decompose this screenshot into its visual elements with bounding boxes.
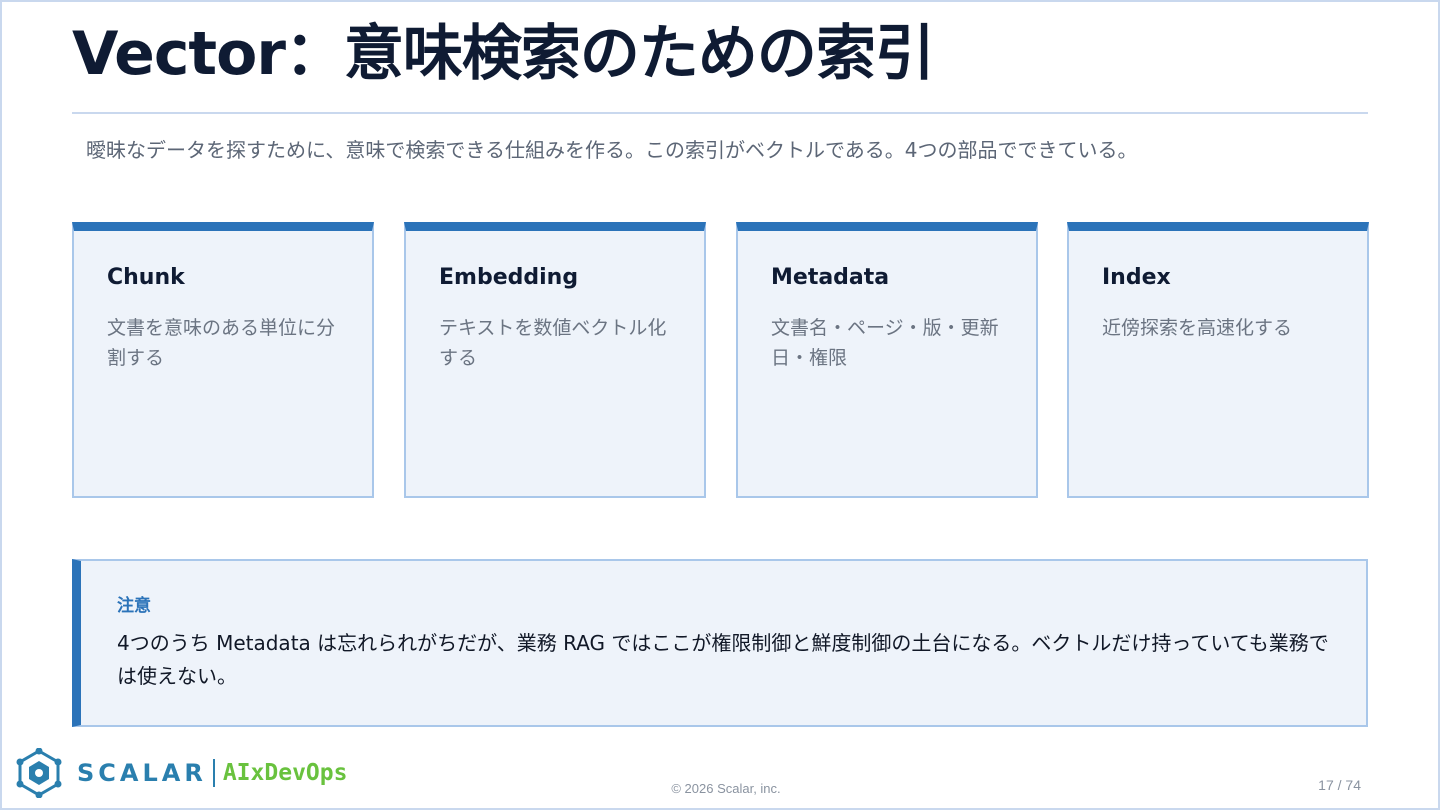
- card-description: テキストを数値ベクトル化する: [439, 317, 667, 369]
- card-description: 近傍探索を高速化する: [1102, 317, 1293, 339]
- card-title: Embedding: [439, 265, 579, 290]
- card-description: 文書を意味のある単位に分割する: [107, 317, 336, 369]
- card-title: Metadata: [771, 265, 890, 290]
- slide-title: Vector：意味検索のための索引: [72, 19, 935, 89]
- card-description: 文書名・ページ・版・更新日・権限: [771, 317, 999, 369]
- card-index: Index 近傍探索を高速化する: [1067, 222, 1369, 498]
- copyright-text: © 2026 Scalar, inc.: [671, 781, 781, 796]
- card-title: Index: [1102, 265, 1171, 290]
- title-divider: [72, 112, 1368, 114]
- slide-subtitle: 曖昧なデータを探すために、意味で検索できる仕組みを作る。この索引がベクトルである…: [86, 138, 1138, 162]
- callout-label: 注意: [117, 596, 151, 616]
- card-embedding: Embedding テキストを数値ベクトル化する: [404, 222, 706, 498]
- card-title: Chunk: [107, 265, 185, 290]
- card-metadata: Metadata 文書名・ページ・版・更新日・権限: [736, 222, 1038, 498]
- callout-text: 4つのうち Metadata は忘れられがちだが、業務 RAG ではここが権限制…: [117, 631, 1329, 688]
- page-number: 17 / 74: [1318, 777, 1361, 793]
- card-chunk: Chunk 文書を意味のある単位に分割する: [72, 222, 374, 498]
- caution-callout: 注意 4つのうち Metadata は忘れられがちだが、業務 RAG ではここが…: [72, 559, 1368, 727]
